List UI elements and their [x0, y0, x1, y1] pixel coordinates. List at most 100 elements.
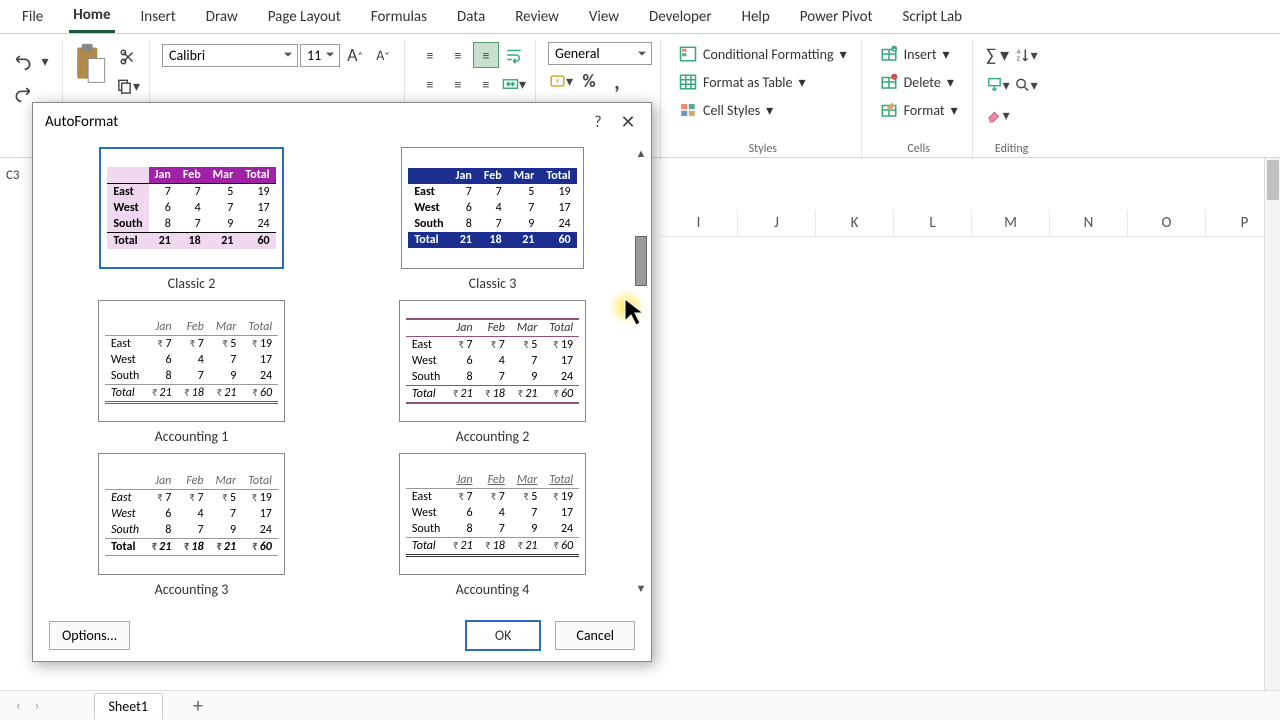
accounting-format-button[interactable]: ₹▾	[548, 68, 574, 94]
sort-filter-button[interactable]: AZ▾	[1013, 42, 1039, 68]
preview-acct4[interactable]: JanFebMarTotalEast77519West64717South879…	[399, 453, 586, 575]
clear-button[interactable]: ▾	[985, 102, 1011, 128]
comma-style-button[interactable]: ,	[604, 68, 630, 94]
align-top-button[interactable]: ≡	[417, 42, 443, 68]
svg-text:Z: Z	[1016, 55, 1019, 63]
tab-home[interactable]: Home	[69, 0, 114, 33]
col-header-k[interactable]: K	[816, 210, 894, 237]
add-sheet-button[interactable]: +	[193, 694, 203, 718]
scroll-track[interactable]	[634, 160, 648, 582]
format-cells-button[interactable]: Format ▾	[874, 98, 964, 122]
delete-cells-button[interactable]: − Delete ▾	[874, 70, 960, 94]
wrap-text-button[interactable]	[501, 42, 527, 68]
col-header-i[interactable]: I	[660, 210, 738, 237]
scissors-icon	[119, 48, 137, 66]
scroll-thumb[interactable]	[635, 236, 647, 286]
dialog-footer: Options... OK Cancel	[33, 620, 651, 651]
vertical-scrollbar[interactable]	[1264, 158, 1280, 700]
ok-button[interactable]: OK	[465, 620, 542, 651]
font-size-select[interactable]: 11	[300, 44, 340, 67]
number-format-select[interactable]: General	[548, 42, 652, 65]
preview-label-acct2: Accounting 2	[456, 428, 530, 445]
sheet-nav-next[interactable]: ›	[35, 697, 40, 714]
undo-button[interactable]	[10, 48, 36, 74]
dialog-title: AutoFormat	[45, 113, 587, 131]
undo-more-button[interactable]: ▾	[38, 48, 52, 74]
tab-help[interactable]: Help	[738, 2, 774, 32]
cut-button[interactable]	[115, 44, 141, 70]
insert-cells-button[interactable]: + Insert ▾	[874, 42, 956, 66]
editing-group-label: Editing	[995, 142, 1028, 160]
col-header-o[interactable]: O	[1128, 210, 1206, 237]
preview-scrollbar[interactable]: ▲ ▼	[633, 147, 649, 595]
paste-button[interactable]	[71, 42, 109, 86]
tab-developer[interactable]: Developer	[645, 2, 716, 32]
merge-center-button[interactable]: ▾	[501, 71, 527, 97]
cell-styles-label: Cell Styles	[703, 102, 760, 119]
sheet-nav-prev[interactable]: ‹	[16, 697, 21, 714]
preview-acct3[interactable]: JanFebMarTotalEast77519West64717South879…	[98, 453, 285, 575]
format-as-table-button[interactable]: Format as Table ▾	[673, 70, 811, 94]
align-left-button[interactable]: ≡	[417, 71, 443, 97]
svg-text:+: +	[892, 45, 895, 53]
eraser-icon	[986, 106, 1003, 124]
insert-cells-label: Insert	[904, 46, 937, 63]
align-right-button[interactable]: ≡	[473, 71, 499, 97]
preview-label-acct1: Accounting 1	[155, 428, 229, 445]
quick-access: ▾	[10, 48, 52, 106]
cells-group-label: Cells	[907, 142, 930, 160]
scroll-down-arrow[interactable]: ▼	[636, 582, 647, 595]
merge-icon	[502, 75, 519, 93]
preview-acct1[interactable]: JanFebMarTotalEast77519West64717South879…	[98, 300, 285, 422]
percent-style-button[interactable]: %	[576, 68, 602, 94]
vertical-scrollbar-thumb[interactable]	[1267, 160, 1279, 200]
styles-group-label: Styles	[749, 142, 777, 160]
sheet-tab-sheet1[interactable]: Sheet1	[94, 693, 163, 719]
col-header-j[interactable]: J	[738, 210, 816, 237]
col-header-m[interactable]: M	[972, 210, 1050, 237]
paste-icon	[71, 42, 109, 86]
align-middle-button[interactable]: ≡	[445, 42, 471, 68]
font-name-select[interactable]: Calibri	[162, 44, 298, 67]
align-bottom-button[interactable]: ≡	[473, 42, 499, 68]
conditional-formatting-icon	[679, 45, 697, 63]
autosum-button[interactable]: ∑ ▾	[985, 42, 1011, 68]
cell-styles-button[interactable]: Cell Styles ▾	[673, 98, 779, 122]
tab-page-layout[interactable]: Page Layout	[264, 2, 345, 32]
tab-script-lab[interactable]: Script Lab	[899, 2, 967, 32]
redo-icon	[13, 83, 33, 103]
align-center-button[interactable]: ≡	[445, 71, 471, 97]
scroll-up-arrow[interactable]: ▲	[636, 147, 647, 160]
copy-icon	[116, 77, 133, 95]
preview-classic3[interactable]: JanFebMarTotalEast77519West64717South879…	[401, 147, 583, 269]
format-table-icon	[679, 73, 697, 91]
preview-label-acct4: Accounting 4	[456, 581, 530, 598]
name-box[interactable]: C3	[6, 168, 20, 183]
tab-view[interactable]: View	[585, 2, 623, 32]
preview-classic2[interactable]: JanFebMarTotalEast77519West64717South879…	[99, 147, 283, 269]
fill-button[interactable]: ▾	[985, 72, 1011, 98]
col-header-n[interactable]: N	[1050, 210, 1128, 237]
tab-review[interactable]: Review	[511, 2, 563, 32]
tab-formulas[interactable]: Formulas	[367, 2, 431, 32]
tab-data[interactable]: Data	[453, 2, 489, 32]
tab-insert[interactable]: Insert	[137, 2, 180, 32]
preview-label-classic3: Classic 3	[469, 275, 517, 292]
tab-power-pivot[interactable]: Power Pivot	[796, 2, 877, 32]
col-header-l[interactable]: L	[894, 210, 972, 237]
shrink-font-button[interactable]: A˅	[370, 42, 396, 68]
grow-font-button[interactable]: A˄	[342, 42, 368, 68]
tab-file[interactable]: File	[18, 2, 47, 32]
cancel-button[interactable]: Cancel	[555, 621, 635, 650]
tab-draw[interactable]: Draw	[202, 2, 242, 32]
dialog-help-button[interactable]: ?	[587, 113, 609, 132]
copy-button[interactable]: ▾	[115, 73, 141, 99]
ribbon-tabs: File Home Insert Draw Page Layout Formul…	[0, 0, 1280, 34]
preview-acct2[interactable]: JanFebMarTotalEast77519West64717South879…	[399, 300, 586, 422]
options-button[interactable]: Options...	[49, 621, 130, 650]
preview-label-classic2: Classic 2	[168, 275, 216, 292]
dialog-close-button[interactable]: ✕	[617, 111, 639, 133]
editing-group: ∑ ▾ AZ▾ ▾ ▾ ▾ Editing	[977, 40, 1047, 160]
conditional-formatting-button[interactable]: Conditional Formatting ▾	[673, 42, 853, 66]
find-select-button[interactable]: ▾	[1013, 72, 1039, 98]
